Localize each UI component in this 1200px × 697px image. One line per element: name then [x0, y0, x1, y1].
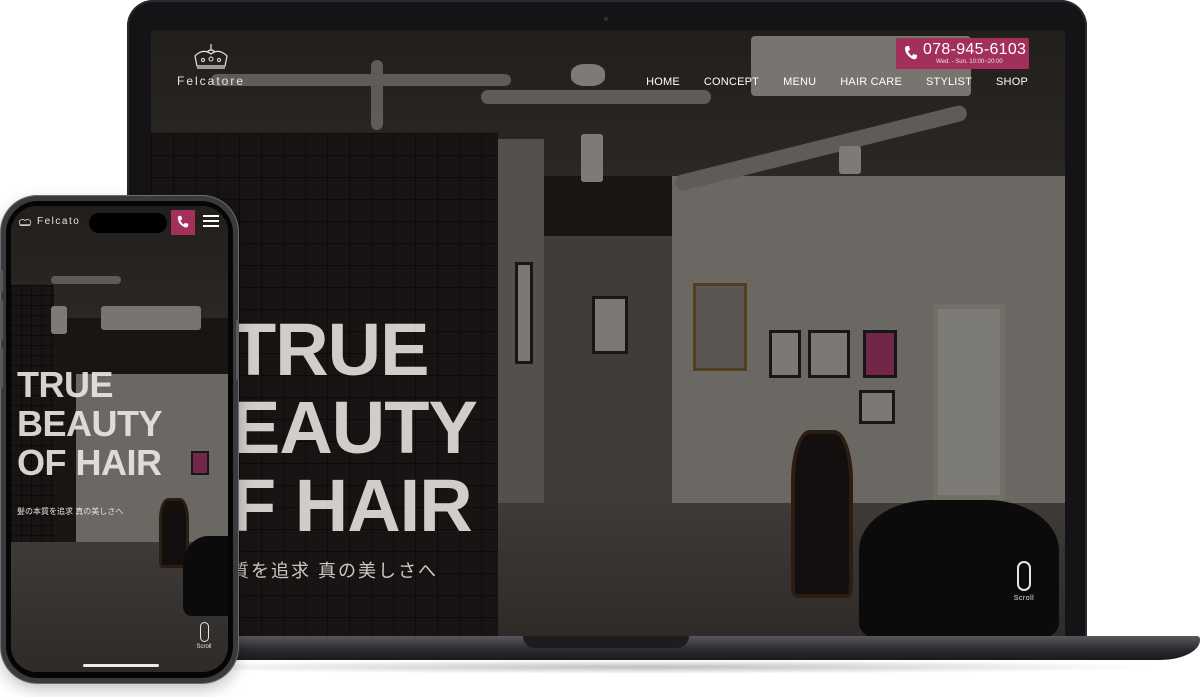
phone-volume-up-button — [0, 300, 3, 340]
nav-concept[interactable]: CONCEPT — [704, 76, 759, 88]
mobile-hero-subtitle: 髪の本質を追求 真の美しさへ — [17, 507, 124, 516]
mobile-brand-logo[interactable]: Felcato — [17, 216, 80, 227]
phone-icon — [905, 46, 917, 60]
crown-logo-icon — [18, 219, 32, 226]
brand-name: Felcatore — [176, 74, 246, 88]
phone-contact-button[interactable]: 078-945-6103 Wed. - Sun. 10:00~20:00 — [896, 38, 1029, 69]
phone-number: 078-945-6103 — [923, 41, 1027, 58]
laptop-camera — [604, 17, 608, 21]
hero-line-3: F HAIR — [231, 464, 473, 547]
mobile-hero-line-2: BEAUTY — [17, 403, 163, 444]
hero-subtitle: 質を追求 真の美しさへ — [231, 561, 438, 581]
phone-power-button — [236, 320, 239, 380]
mobile-brand-name: Felcato — [37, 216, 81, 227]
nav-hair-care[interactable]: HAIR CARE — [840, 76, 902, 88]
laptop-screen: Felcatore 078-945-6103 Wed. - Sun. 10:00… — [151, 30, 1065, 637]
phone-volume-down-button — [0, 348, 3, 388]
mobile-phone-button[interactable] — [171, 210, 195, 235]
crown-logo-icon — [194, 44, 228, 69]
brand-logo[interactable]: Felcatore — [165, 42, 257, 88]
scroll-label: Scroll — [1013, 595, 1035, 602]
business-hours: Wed. - Sun. 10:00~20:00 — [936, 59, 1003, 65]
laptop-shadow — [140, 660, 1160, 674]
home-indicator-bar[interactable] — [83, 664, 159, 667]
mobile-scroll-indicator[interactable]: Scroll — [194, 622, 214, 650]
main-nav: HOME CONCEPT MENU HAIR CARE STYLIST SHOP — [646, 76, 1028, 88]
dynamic-island — [89, 213, 167, 233]
nav-menu[interactable]: MENU — [783, 76, 816, 88]
phone-screen: Felcato TRUE BEAUTY OF HAIR 髪の本質を追求 真の美し… — [11, 206, 228, 672]
nav-stylist[interactable]: STYLIST — [926, 76, 972, 88]
mouse-scroll-icon — [1017, 561, 1031, 591]
phone-side-button — [0, 270, 3, 292]
mobile-hero-line-3: OF HAIR — [17, 442, 162, 483]
nav-home[interactable]: HOME — [646, 76, 680, 88]
hamburger-menu-icon[interactable] — [203, 215, 219, 229]
mobile-hero-line-1: TRUE — [17, 364, 114, 405]
hero-line-1: TRUE — [231, 308, 429, 391]
nav-shop[interactable]: SHOP — [996, 76, 1028, 88]
mobile-scroll-label: Scroll — [196, 644, 212, 650]
mouse-scroll-icon — [199, 622, 209, 642]
phone-icon — [177, 215, 189, 228]
hero-line-2: EAUTY — [231, 386, 478, 469]
mobile-hero-title: TRUE BEAUTY OF HAIR — [17, 364, 163, 483]
scroll-indicator[interactable]: Scroll — [1009, 561, 1039, 602]
laptop-notch — [523, 636, 689, 648]
hero-title: TRUE EAUTY F HAIR — [231, 308, 478, 547]
